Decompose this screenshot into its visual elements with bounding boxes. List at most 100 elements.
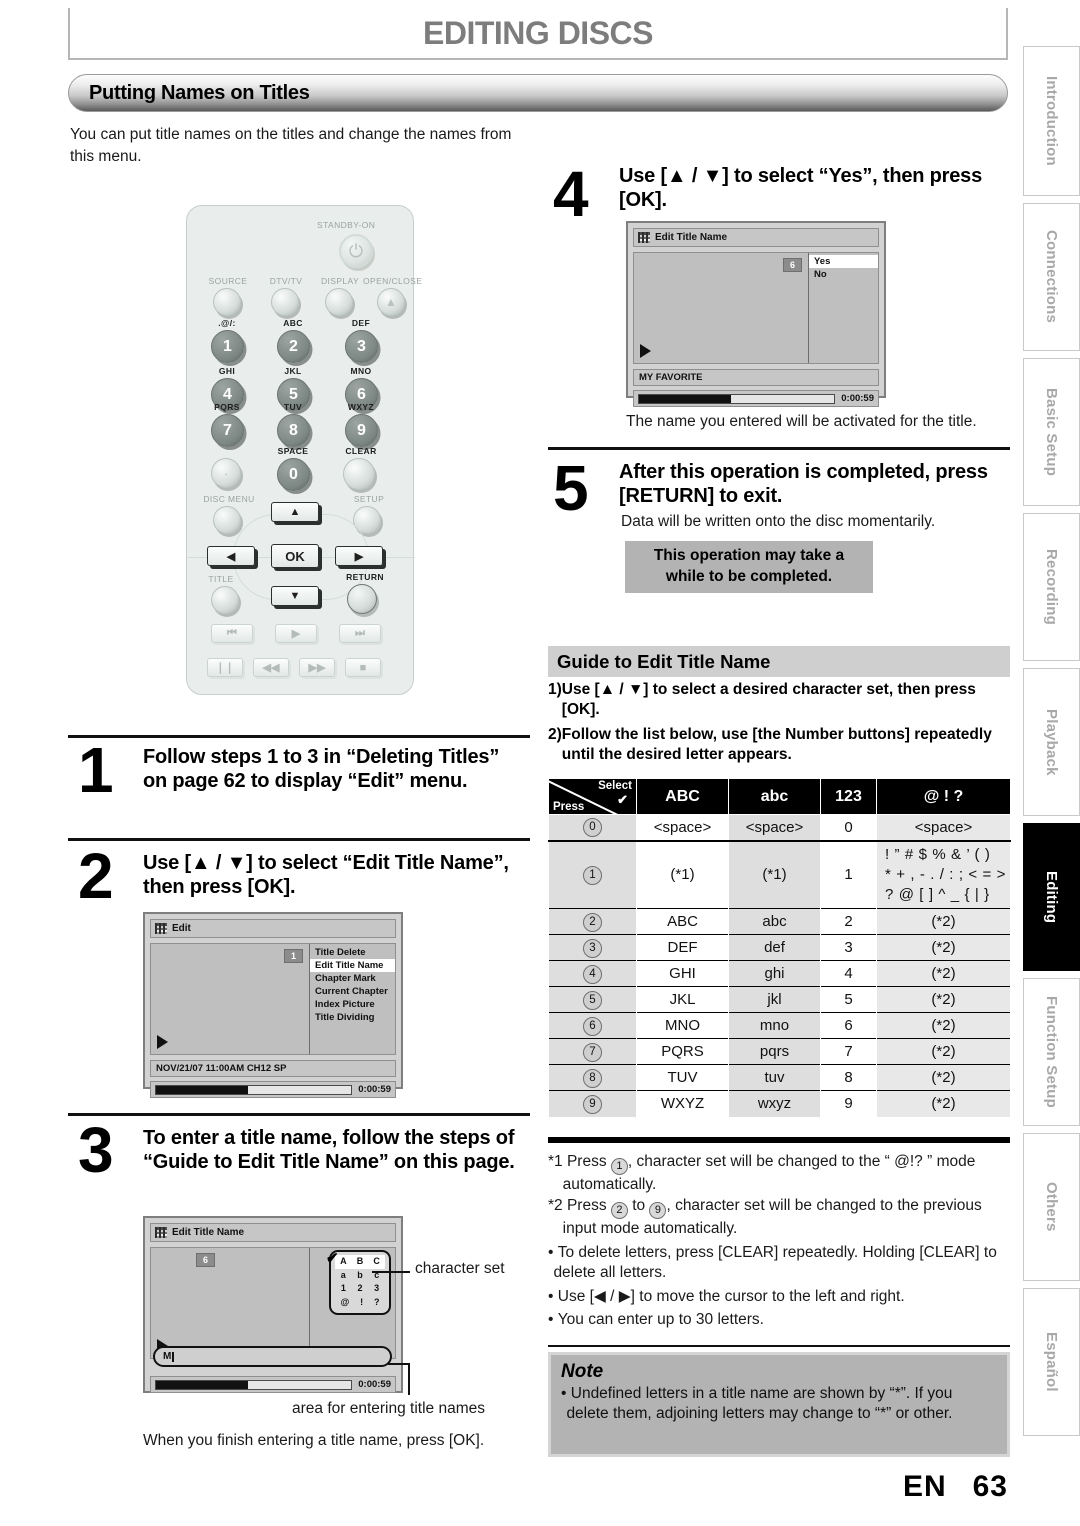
footnote-1: *1 Press 1, character set will be change… <box>548 1152 1013 1195</box>
title-name-input[interactable]: M <box>153 1346 392 1367</box>
tab-label: Function Setup <box>1043 996 1060 1108</box>
footnote-2-pre: Press <box>566 1197 611 1215</box>
step-5-callout-line2: while to be completed. <box>665 568 833 585</box>
stop-button[interactable]: ■ <box>345 658 381 677</box>
menu-item-index-picture[interactable]: Index Picture <box>310 998 395 1011</box>
guide-item-1-mark: 1) <box>548 681 562 698</box>
play-button[interactable]: ▶ <box>275 624 317 643</box>
menu-item-title-delete[interactable]: Title Delete <box>310 946 395 959</box>
guide-item-1-text: Use [▲ / ▼] to select a desired characte… <box>561 681 976 719</box>
remote-standby-label: STANDBY-ON <box>317 220 376 230</box>
open-close-button[interactable]: ▲ <box>377 288 405 316</box>
remote-title-label: TITLE <box>208 574 234 584</box>
manual-page: EDITING DISCS Putting Names on Titles Yo… <box>0 0 1080 1526</box>
cell-123: 3 <box>820 934 877 961</box>
cursor-left-button[interactable]: ◀ <box>207 546 255 566</box>
osd-edit-preview: 1 <box>151 944 309 1054</box>
cell-abc: TUV <box>636 1064 729 1091</box>
tab-recording[interactable]: Recording <box>1023 513 1080 661</box>
cell-symbols: (*2) <box>876 1064 1011 1091</box>
number-key-3[interactable]: 3 <box>345 330 378 363</box>
cell-abc: (*1) <box>636 839 729 909</box>
play-icon <box>640 344 651 358</box>
remote-control-illustration: STANDBY-ON ⏻ SOURCE DTV/TV DISPLAY OPEN/… <box>186 205 422 695</box>
charset-row-symbols[interactable]: @ ! ? <box>335 1296 385 1310</box>
title-button[interactable] <box>211 586 239 614</box>
divider-step3 <box>68 1113 530 1116</box>
number-key-9[interactable]: 9 <box>345 414 378 447</box>
table-row: 4 GHI ghi 4 (*2) <box>548 960 1011 987</box>
osd-edit-titlebar: Edit <box>150 919 396 938</box>
skip-prev-button[interactable]: ⏮ <box>211 624 253 643</box>
disc-menu-button[interactable] <box>213 506 241 534</box>
menu-item-current-chapter[interactable]: Current Chapter <box>310 985 395 998</box>
number-key-2[interactable]: 2 <box>277 330 310 363</box>
charset-row-digits[interactable]: 1 2 3 <box>335 1282 385 1296</box>
chapter-title: EDITING DISCS <box>423 14 653 51</box>
menu-item-chapter-mark[interactable]: Chapter Mark <box>310 972 395 985</box>
charset-row-upper[interactable]: A B C <box>335 1255 385 1269</box>
step-1-number: 1 <box>78 734 114 806</box>
key-circle-7: 7 <box>583 1042 602 1062</box>
display-button[interactable] <box>325 288 353 316</box>
character-set-popup[interactable]: ✔ A B C a b c 1 2 3 @ ! ? <box>326 1250 391 1315</box>
callout-charset: character set <box>415 1260 505 1277</box>
number-key-8[interactable]: 8 <box>277 414 310 447</box>
skip-next-button[interactable]: ⏭ <box>339 624 381 643</box>
cursor-right-button[interactable]: ▶ <box>335 546 383 566</box>
step-4-number: 4 <box>553 158 589 230</box>
tab-espanol[interactable]: Español <box>1023 1288 1080 1436</box>
cursor-up-button[interactable]: ▲ <box>271 502 319 522</box>
power-button[interactable]: ⏻ <box>339 234 373 268</box>
charset-cell: a <box>340 1269 346 1280</box>
step-2-number: 2 <box>78 840 114 912</box>
source-button[interactable] <box>213 288 241 316</box>
number-key-0[interactable]: 0 <box>277 458 310 491</box>
footnote-2-mark: *2 <box>548 1197 563 1215</box>
key-circle-6: 6 <box>583 1016 602 1036</box>
callout-name-area: area for entering title names <box>292 1400 485 1417</box>
ok-button[interactable]: OK <box>271 544 319 568</box>
tab-playback[interactable]: Playback <box>1023 668 1080 816</box>
footnotes: *1 Press 1 , character set will be change… <box>548 1152 1013 1332</box>
osd-yesno-body: 6 Yes No <box>633 252 879 364</box>
osd-yesno-caption: MY FAVORITE <box>633 369 879 386</box>
menu-item-edit-title-name[interactable]: Edit Title Name <box>310 959 395 972</box>
dtvtv-button[interactable] <box>271 288 299 316</box>
osd-entry-preview: 6 <box>151 1248 309 1358</box>
option-no[interactable]: No <box>809 268 878 281</box>
tab-function-setup[interactable]: Function Setup <box>1023 978 1080 1126</box>
remote-key-label-0: SPACE <box>277 446 309 456</box>
tab-editing[interactable]: Editing <box>1023 823 1080 971</box>
note-box: Note • Undefined letters in a title name… <box>548 1352 1010 1457</box>
key-circle-1: 1 <box>610 1158 628 1175</box>
remote-key-label-7: PQRS <box>214 402 240 412</box>
cursor-down-button[interactable]: ▼ <box>271 586 319 606</box>
osd-yesno-titlebar: Edit Title Name <box>633 228 879 247</box>
osd-yesno-title: Edit Title Name <box>655 232 728 243</box>
return-button[interactable] <box>347 584 377 614</box>
tab-others[interactable]: Others <box>1023 1133 1080 1281</box>
dot-button[interactable]: · <box>211 458 241 488</box>
check-icon: ✔ <box>326 1250 339 1267</box>
clear-button[interactable] <box>343 458 375 490</box>
option-yes[interactable]: Yes <box>809 255 878 268</box>
cell-123: 6 <box>820 1012 877 1039</box>
remote-key-label-4: GHI <box>218 366 236 376</box>
osd-edit-body: 1 Title Delete Edit Title Name Chapter M… <box>150 943 396 1055</box>
number-key-1[interactable]: 1 <box>211 330 244 363</box>
rewind-button[interactable]: ◀◀ <box>253 658 289 677</box>
charset-cell: b <box>357 1269 363 1280</box>
col-header-abc-lower: abc <box>728 778 821 815</box>
fast-forward-button[interactable]: ▶▶ <box>299 658 335 677</box>
tab-basic-setup[interactable]: Basic Setup <box>1023 358 1080 506</box>
guide-item-1: 1) Use [▲ / ▼] to select a desired chara… <box>548 680 1010 720</box>
page-footer: EN 63 <box>903 1470 1008 1504</box>
cell-abc-lower: abc <box>728 908 821 935</box>
tab-connections[interactable]: Connections <box>1023 203 1080 351</box>
pause-button[interactable]: ❘❘ <box>207 658 243 677</box>
cell-abc-lower: wxyz <box>728 1090 821 1117</box>
number-key-7[interactable]: 7 <box>211 414 244 447</box>
tab-introduction[interactable]: Introduction <box>1023 46 1080 196</box>
menu-item-title-dividing[interactable]: Title Dividing <box>310 1011 395 1024</box>
